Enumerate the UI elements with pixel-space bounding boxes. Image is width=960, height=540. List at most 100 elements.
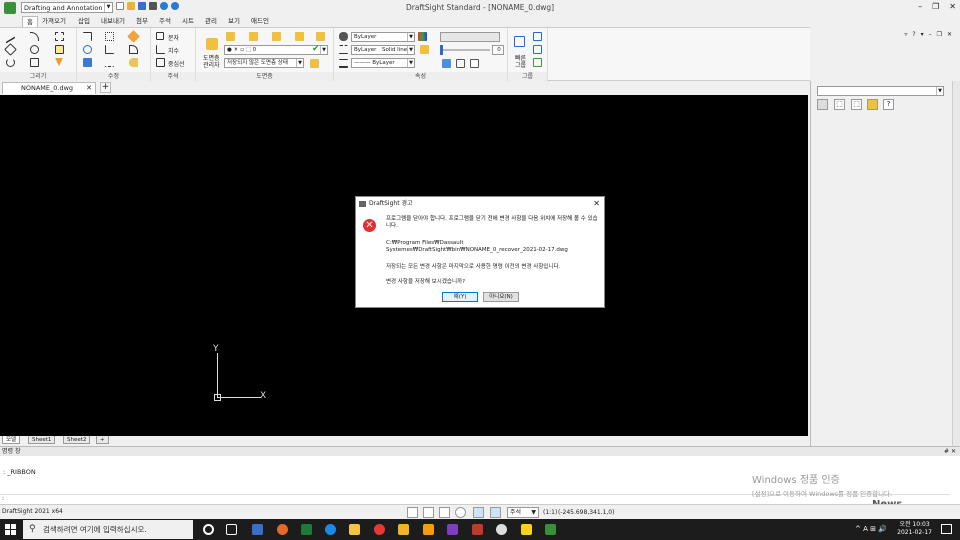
transparency-value[interactable]: 0 bbox=[492, 45, 504, 55]
edge-icon[interactable] bbox=[325, 524, 336, 535]
dimension-button-label[interactable]: 치수 bbox=[168, 46, 179, 55]
quick-select-icon[interactable] bbox=[456, 59, 465, 68]
tab-export[interactable]: 내보내기 bbox=[97, 16, 129, 27]
settings-gear-icon[interactable] bbox=[496, 524, 507, 535]
ungroup-icon[interactable] bbox=[533, 45, 542, 54]
annotation-scale-select[interactable]: 주석 ▼ bbox=[507, 507, 539, 518]
minimize-button[interactable]: – bbox=[918, 2, 922, 11]
taskbar-clock[interactable]: 오전 10:03 2021-02-17 bbox=[897, 521, 932, 537]
taskbar-search-input[interactable]: ⚲ 검색하려면 여기에 입력하십시오. bbox=[23, 520, 193, 539]
transparency-slider-handle[interactable] bbox=[440, 45, 443, 55]
centerline-button-label[interactable]: 중심선 bbox=[168, 59, 185, 68]
group-manager-icon[interactable] bbox=[533, 32, 542, 41]
cortana-icon[interactable] bbox=[203, 524, 214, 535]
kakaotalk-icon[interactable] bbox=[521, 524, 532, 535]
tab-addins[interactable]: 애드인 bbox=[247, 16, 273, 27]
add-layout-button[interactable]: + bbox=[96, 436, 109, 444]
copy-icon[interactable] bbox=[83, 58, 92, 67]
checkmark-icon[interactable]: ✔ bbox=[312, 45, 321, 54]
quick-select-icon[interactable]: ⬚ bbox=[851, 99, 862, 110]
erase-icon[interactable] bbox=[127, 30, 140, 43]
select-similar-icon[interactable] bbox=[442, 59, 451, 68]
grid-toggle-icon[interactable] bbox=[423, 507, 434, 518]
pdf-icon[interactable] bbox=[472, 524, 483, 535]
app-icon[interactable] bbox=[423, 524, 434, 535]
trim-icon[interactable] bbox=[105, 45, 114, 54]
layer-isolate-icon[interactable] bbox=[249, 32, 258, 41]
text-button-label[interactable]: 문자 bbox=[168, 33, 179, 42]
spline-icon[interactable] bbox=[55, 32, 64, 41]
fillet-icon[interactable] bbox=[129, 45, 138, 54]
layer-manager-label-2[interactable]: 관리자 bbox=[203, 60, 220, 69]
tab-model[interactable]: 모델 bbox=[2, 436, 21, 444]
paint-bucket-icon[interactable] bbox=[339, 32, 348, 41]
task-view-icon[interactable] bbox=[226, 524, 237, 535]
draftsight-taskbar-icon[interactable] bbox=[545, 524, 556, 535]
layer-off-icon[interactable] bbox=[316, 32, 325, 41]
quick-group-label-2[interactable]: 그룹 bbox=[515, 60, 526, 69]
excel-icon[interactable] bbox=[301, 524, 312, 535]
layer-previous-icon[interactable] bbox=[310, 59, 319, 68]
text-icon[interactable] bbox=[156, 32, 164, 40]
restore-button[interactable]: ❐ bbox=[932, 2, 939, 11]
linetype-icon[interactable] bbox=[339, 45, 348, 54]
layer-state-icon[interactable] bbox=[226, 32, 235, 41]
select-objects-icon[interactable]: ⬚ bbox=[834, 99, 845, 110]
properties-icon[interactable] bbox=[470, 59, 479, 68]
etrack-toggle-icon[interactable] bbox=[490, 507, 501, 518]
command-window-controls[interactable]: # ✕ bbox=[944, 447, 956, 456]
doc-close-button[interactable]: ✕ bbox=[947, 31, 952, 38]
color-select[interactable]: ByLayer ▼ bbox=[351, 32, 415, 42]
tab-manage[interactable]: 관리 bbox=[201, 16, 221, 27]
polar-toggle-icon[interactable] bbox=[455, 507, 466, 518]
palette-scrollbar[interactable] bbox=[952, 81, 960, 446]
match-properties-icon[interactable] bbox=[129, 58, 138, 67]
circle-icon[interactable] bbox=[30, 45, 39, 54]
polygon-icon[interactable] bbox=[4, 43, 17, 56]
transparency-field[interactable] bbox=[440, 32, 500, 42]
lineweight-icon[interactable] bbox=[339, 59, 348, 68]
fill-icon[interactable] bbox=[55, 58, 63, 66]
layer-manager-icon[interactable] bbox=[206, 38, 218, 50]
document-tab[interactable]: NONAME_0.dwg ✕ bbox=[2, 82, 96, 94]
help-icon[interactable]: ? bbox=[883, 99, 894, 110]
tab-sheet1[interactable]: Sheet1 bbox=[28, 436, 56, 444]
filter-icon[interactable] bbox=[867, 99, 878, 110]
linetype-manager-icon[interactable] bbox=[420, 45, 429, 54]
system-tray-icons[interactable]: ^ A ⊞ 🔊 bbox=[855, 525, 887, 533]
no-button[interactable]: 아니요(N) bbox=[483, 292, 519, 302]
tab-sheet2[interactable]: Sheet2 bbox=[63, 436, 91, 444]
tab-sheet[interactable]: 시트 bbox=[178, 16, 198, 27]
move-icon[interactable] bbox=[83, 32, 92, 41]
doc-restore-button[interactable]: ❐ bbox=[937, 31, 942, 38]
object-select[interactable]: ▼ bbox=[817, 86, 944, 96]
mirror-icon[interactable] bbox=[105, 58, 114, 67]
snap-toggle-icon[interactable] bbox=[407, 507, 418, 518]
line-icon[interactable] bbox=[6, 29, 15, 44]
help-button[interactable]: ? bbox=[912, 31, 915, 38]
polyline-icon[interactable] bbox=[30, 32, 39, 41]
tab-attach[interactable]: 첨부 bbox=[132, 16, 152, 27]
arc-icon[interactable] bbox=[6, 58, 15, 67]
file-explorer-icon[interactable] bbox=[349, 524, 360, 535]
app-icon[interactable] bbox=[277, 524, 288, 535]
tab-import[interactable]: 가져오기 bbox=[38, 16, 70, 27]
color-palette-icon[interactable] bbox=[418, 32, 427, 41]
tab-home[interactable]: 홈 bbox=[22, 16, 38, 27]
tab-insert[interactable]: 삽입 bbox=[74, 16, 94, 27]
tab-view[interactable]: 보기 bbox=[224, 16, 244, 27]
group-edit-icon[interactable] bbox=[533, 58, 542, 67]
yes-button[interactable]: 예(Y) bbox=[442, 292, 478, 302]
hatch-icon[interactable] bbox=[30, 58, 39, 67]
array-icon[interactable] bbox=[105, 32, 114, 41]
ribbon-minimize-button[interactable]: ▿ bbox=[904, 31, 907, 38]
esnap-toggle-icon[interactable] bbox=[473, 507, 484, 518]
linetype-select[interactable]: ByLayer Solid line ▼ bbox=[351, 45, 415, 55]
dialog-close-button[interactable]: ✕ bbox=[593, 197, 600, 211]
rotate-icon[interactable] bbox=[83, 45, 92, 54]
chrome-icon[interactable] bbox=[374, 524, 385, 535]
notification-center-icon[interactable] bbox=[941, 524, 952, 534]
rectangle-icon[interactable] bbox=[55, 45, 64, 54]
quick-group-icon[interactable] bbox=[514, 36, 525, 47]
dimension-icon[interactable] bbox=[156, 45, 165, 54]
